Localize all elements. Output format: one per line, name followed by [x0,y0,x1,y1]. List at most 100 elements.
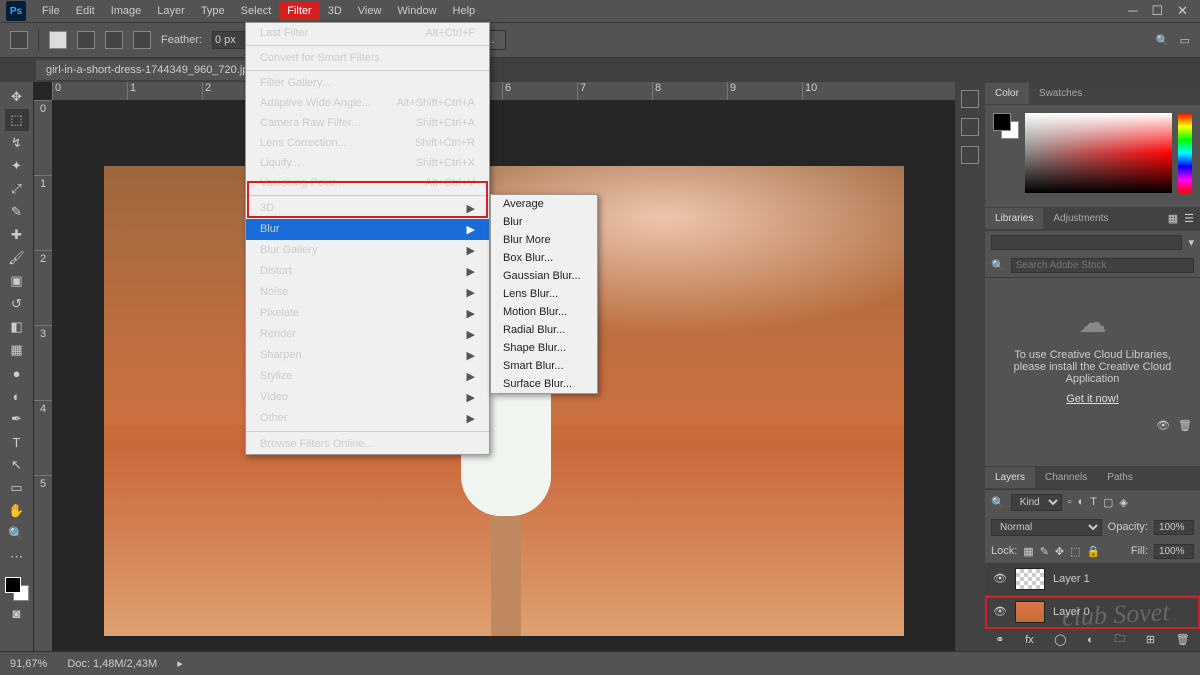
tool-preset-icon[interactable] [10,31,28,49]
lasso-tool[interactable]: ↯ [5,132,29,154]
group-icon[interactable]: 🗀 [1114,630,1125,649]
blur-submenu-item[interactable]: Radial Blur... [491,321,597,339]
pen-tool[interactable]: ✒ [5,408,29,430]
menu-file[interactable]: File [34,2,68,20]
filter-menu-item[interactable]: Liquify...Shift+Ctrl+X [246,153,489,173]
filter-menu-item[interactable]: Sharpen▶ [246,345,489,366]
blur-submenu-item[interactable]: Blur [491,213,597,231]
grid-view-icon[interactable]: ▦ [1168,212,1178,225]
blur-submenu-item[interactable]: Smart Blur... [491,357,597,375]
menu-select[interactable]: Select [233,2,280,20]
list-view-icon[interactable]: ☰ [1184,212,1194,225]
dodge-tool[interactable]: ◐ [5,385,29,407]
blur-submenu-item[interactable]: Shape Blur... [491,339,597,357]
filter-menu-item[interactable]: Other▶ [246,408,489,429]
visibility-icon[interactable]: 👁 [993,605,1007,619]
cloud-sync-icon[interactable]: 👁 [1156,419,1170,432]
filter-menu-item[interactable]: Browse Filters Online... [246,434,489,454]
filter-menu-item[interactable]: Vanishing Point...Alt+Ctrl+V [246,173,489,193]
menu-view[interactable]: View [350,2,390,20]
color-swatch[interactable] [5,577,29,601]
quickmask-tool[interactable]: ◙ [5,602,29,624]
marquee-tool[interactable]: ⬚ [5,109,29,131]
history-panel-icon[interactable] [961,90,979,108]
layer-thumb[interactable] [1015,601,1045,623]
selection-intersect-icon[interactable] [133,31,151,49]
healing-tool[interactable]: ✚ [5,224,29,246]
brush-tool[interactable]: 🖌 [5,247,29,269]
filter-menu-item[interactable]: Blur▶ [246,219,489,240]
adjustment-icon[interactable]: ◐ [1087,634,1094,646]
filter-menu-item[interactable]: Stylize▶ [246,366,489,387]
edit-toolbar[interactable]: ⋯ [5,546,29,568]
filter-menu-item[interactable]: Filter Gallery... [246,73,489,93]
hue-slider[interactable] [1178,113,1192,193]
crop-tool[interactable]: ⤢ [5,178,29,200]
blur-submenu-item[interactable]: Average [491,195,597,213]
menu-image[interactable]: Image [103,2,150,20]
menu-help[interactable]: Help [445,2,484,20]
blur-tool[interactable]: ● [5,362,29,384]
link-layers-icon[interactable]: ⚭ [995,633,1004,646]
opacity-input[interactable] [1154,520,1194,535]
minimize-icon[interactable]: ─ [1128,3,1137,19]
move-tool[interactable]: ✥ [5,86,29,108]
stamp-tool[interactable]: ▣ [5,270,29,292]
filter-menu-item[interactable]: 3D▶ [246,198,489,219]
blur-submenu-item[interactable]: Gaussian Blur... [491,267,597,285]
shape-tool[interactable]: ▭ [5,477,29,499]
filter-menu-item[interactable]: Video▶ [246,387,489,408]
layer-filter-select[interactable]: Kind [1011,494,1062,511]
history-brush-tool[interactable]: ↺ [5,293,29,315]
maximize-icon[interactable]: ☐ [1151,3,1163,19]
visibility-icon[interactable]: 👁 [993,572,1007,586]
type-tool[interactable]: T [5,431,29,453]
selection-add-icon[interactable] [77,31,95,49]
filter-menu-item[interactable]: Camera Raw Filter...Shift+Ctrl+A [246,113,489,133]
menu-layer[interactable]: Layer [149,2,193,20]
menu-window[interactable]: Window [389,2,444,20]
search-icon[interactable]: 🔍 [1156,34,1170,47]
filter-menu-item[interactable]: Blur Gallery▶ [246,240,489,261]
layer-row[interactable]: 👁Layer 1 [985,563,1200,596]
menu-type[interactable]: Type [193,2,233,20]
color-picker[interactable] [1025,113,1172,193]
get-it-now-link[interactable]: Get it now! [993,393,1192,405]
filter-menu-item[interactable]: Lens Correction...Shift+Ctrl+R [246,133,489,153]
selection-new-icon[interactable] [49,31,67,49]
filter-menu-item[interactable]: Adaptive Wide Angle...Alt+Shift+Ctrl+A [246,93,489,113]
filter-menu-item[interactable]: Pixelate▶ [246,303,489,324]
mask-icon[interactable]: ◯ [1054,633,1066,646]
blur-submenu-item[interactable]: Blur More [491,231,597,249]
eraser-tool[interactable]: ◧ [5,316,29,338]
menu-filter[interactable]: Filter [279,2,319,20]
filter-menu-item[interactable]: Convert for Smart Filters [246,48,489,68]
delete-layer-icon[interactable]: 🗑 [1176,633,1190,646]
zoom-level[interactable]: 91,67% [10,658,47,670]
gradient-tool[interactable]: ▦ [5,339,29,361]
blur-submenu-item[interactable]: Surface Blur... [491,375,597,393]
3d-panel-icon[interactable] [961,146,979,164]
eyedropper-tool[interactable]: ✎ [5,201,29,223]
tab-adjustments[interactable]: Adjustments [1043,208,1118,229]
blur-submenu-item[interactable]: Lens Blur... [491,285,597,303]
blur-submenu-item[interactable]: Motion Blur... [491,303,597,321]
tab-swatches[interactable]: Swatches [1029,83,1092,104]
properties-panel-icon[interactable] [961,118,979,136]
blur-submenu-item[interactable]: Box Blur... [491,249,597,267]
workspace-icon[interactable]: ▭ [1180,34,1190,47]
trash-icon[interactable]: 🗑 [1178,419,1192,432]
hand-tool[interactable]: ✋ [5,500,29,522]
close-icon[interactable]: ✕ [1177,3,1188,19]
selection-subtract-icon[interactable] [105,31,123,49]
tab-paths[interactable]: Paths [1097,467,1143,488]
blend-mode-select[interactable]: Normal [991,519,1102,536]
filter-menu-item[interactable]: Noise▶ [246,282,489,303]
filter-menu-item[interactable]: Last FilterAlt+Ctrl+F [246,23,489,43]
fill-input[interactable] [1154,544,1194,559]
filter-menu-item[interactable]: Distort▶ [246,261,489,282]
menu-edit[interactable]: Edit [68,2,103,20]
path-tool[interactable]: ↖ [5,454,29,476]
zoom-tool[interactable]: 🔍 [5,523,29,545]
menu-3d[interactable]: 3D [320,2,350,20]
